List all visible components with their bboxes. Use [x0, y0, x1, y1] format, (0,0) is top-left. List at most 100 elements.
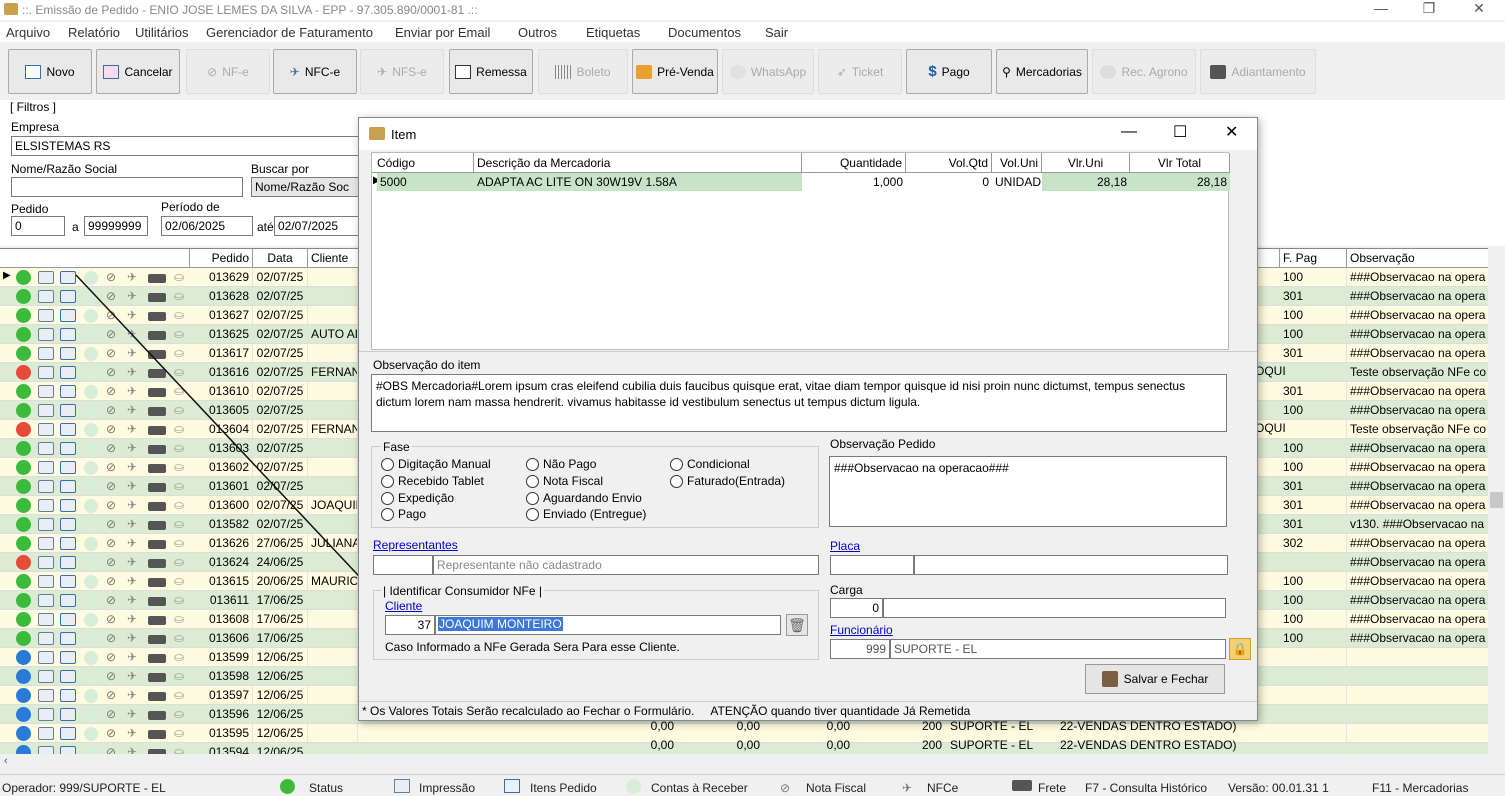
- carga-desc-input[interactable]: [883, 598, 1226, 618]
- menu-sair[interactable]: Sair: [765, 25, 788, 40]
- contas-icon[interactable]: [84, 518, 98, 532]
- truck-icon[interactable]: [148, 293, 166, 302]
- dialog-close-icon[interactable]: ✕: [1225, 122, 1238, 142]
- item-vlruni[interactable]: 28,18: [1042, 173, 1130, 191]
- menu-etiquetas[interactable]: Etiquetas: [586, 25, 640, 40]
- items-icon[interactable]: [60, 309, 76, 322]
- contas-icon[interactable]: [84, 271, 98, 285]
- empresa-select[interactable]: ELSISTEMAS RS: [11, 136, 361, 156]
- printer-icon[interactable]: [38, 727, 54, 740]
- items-icon[interactable]: [60, 271, 76, 284]
- items-icon[interactable]: [60, 632, 76, 645]
- export-icon[interactable]: ⛀: [171, 439, 187, 457]
- item-volqtd[interactable]: 0: [906, 173, 992, 191]
- export-icon[interactable]: ⛀: [171, 401, 187, 419]
- items-icon[interactable]: [60, 594, 76, 607]
- funcionario-name-input[interactable]: SUPORTE - EL: [890, 639, 1226, 659]
- nota-fiscal-icon[interactable]: ⊘: [103, 553, 121, 571]
- truck-icon[interactable]: [148, 369, 166, 378]
- header-observacao[interactable]: Observação: [1347, 249, 1490, 268]
- restore-icon[interactable]: ❐: [1414, 0, 1444, 17]
- grid-horizontal-scrollbar[interactable]: ‹: [0, 754, 1505, 771]
- dialog-maximize-icon[interactable]: ☐: [1173, 122, 1187, 142]
- col-volqtd[interactable]: Vol.Qtd: [906, 153, 992, 173]
- printer-icon[interactable]: [38, 670, 54, 683]
- nfce-icon[interactable]: ✈: [124, 591, 142, 609]
- truck-icon[interactable]: [148, 426, 166, 435]
- truck-icon[interactable]: [148, 540, 166, 549]
- export-icon[interactable]: ⛀: [171, 268, 187, 286]
- truck-icon[interactable]: [148, 692, 166, 701]
- items-icon[interactable]: [60, 689, 76, 702]
- nfce-icon[interactable]: ✈: [124, 325, 142, 343]
- pago-button[interactable]: $ Pago: [906, 49, 992, 94]
- cliente-code-input[interactable]: 37: [385, 615, 435, 635]
- menu-utilitarios[interactable]: Utilitários: [135, 25, 188, 40]
- contas-icon[interactable]: [84, 651, 98, 665]
- nfce-icon[interactable]: ✈: [124, 705, 142, 723]
- boleto-button[interactable]: Boleto: [538, 49, 628, 94]
- truck-icon[interactable]: [148, 635, 166, 644]
- printer-icon[interactable]: [38, 746, 54, 754]
- placa-desc-input[interactable]: [914, 555, 1228, 575]
- nota-fiscal-icon[interactable]: ⊘: [103, 743, 121, 754]
- header-pedido[interactable]: Pedido: [190, 249, 253, 268]
- nota-fiscal-icon[interactable]: ⊘: [103, 439, 121, 457]
- truck-icon[interactable]: [148, 559, 166, 568]
- export-icon[interactable]: ⛀: [171, 306, 187, 324]
- nota-fiscal-icon[interactable]: ⊘: [103, 287, 121, 305]
- truck-icon[interactable]: [148, 654, 166, 663]
- nota-fiscal-icon[interactable]: ⊘: [103, 325, 121, 343]
- truck-icon[interactable]: [148, 521, 166, 530]
- items-icon[interactable]: [60, 746, 76, 754]
- fase-recebido-radio[interactable]: Recebido Tablet: [381, 474, 484, 488]
- truck-icon[interactable]: [148, 578, 166, 587]
- nota-fiscal-icon[interactable]: ⊘: [103, 344, 121, 362]
- salvar-fechar-button[interactable]: Salvar e Fechar: [1085, 664, 1225, 694]
- export-icon[interactable]: ⛀: [171, 724, 187, 742]
- header-data[interactable]: Data: [253, 249, 308, 268]
- export-icon[interactable]: ⛀: [171, 287, 187, 305]
- pedido-from-input[interactable]: 0: [11, 216, 65, 236]
- contas-icon[interactable]: [84, 461, 98, 475]
- carga-code-input[interactable]: 0: [830, 598, 883, 618]
- printer-icon[interactable]: [38, 423, 54, 436]
- export-icon[interactable]: ⛀: [171, 648, 187, 666]
- truck-icon[interactable]: [148, 730, 166, 739]
- nota-fiscal-icon[interactable]: ⊘: [103, 591, 121, 609]
- items-icon[interactable]: [60, 461, 76, 474]
- nota-fiscal-icon[interactable]: ⊘: [103, 610, 121, 628]
- printer-icon[interactable]: [38, 309, 54, 322]
- nota-fiscal-icon[interactable]: ⊘: [103, 401, 121, 419]
- adiantamento-button[interactable]: Adiantamento: [1200, 49, 1316, 94]
- nfce-icon[interactable]: ✈: [124, 439, 142, 457]
- contas-icon[interactable]: [84, 309, 98, 323]
- export-icon[interactable]: ⛀: [171, 477, 187, 495]
- truck-icon[interactable]: [148, 445, 166, 454]
- nfce-icon[interactable]: ✈: [124, 363, 142, 381]
- nfce-icon[interactable]: ✈: [124, 534, 142, 552]
- contas-icon[interactable]: [84, 404, 98, 418]
- printer-icon[interactable]: [38, 537, 54, 550]
- items-icon[interactable]: [60, 670, 76, 683]
- export-icon[interactable]: ⛀: [171, 496, 187, 514]
- export-icon[interactable]: ⛀: [171, 325, 187, 343]
- items-icon[interactable]: [60, 347, 76, 360]
- export-icon[interactable]: ⛀: [171, 363, 187, 381]
- items-icon[interactable]: [60, 613, 76, 626]
- fase-aguardando-radio[interactable]: Aguardando Envio: [526, 491, 642, 505]
- nfce-icon[interactable]: ✈: [124, 458, 142, 476]
- col-voluni[interactable]: Vol.Uni: [992, 153, 1042, 173]
- nota-fiscal-icon[interactable]: ⊘: [103, 724, 121, 742]
- nota-fiscal-icon[interactable]: ⊘: [103, 515, 121, 533]
- export-icon[interactable]: ⛀: [171, 458, 187, 476]
- nfce-icon[interactable]: ✈: [124, 648, 142, 666]
- contas-icon[interactable]: [84, 347, 98, 361]
- col-vlrtotal[interactable]: Vlr Total: [1130, 153, 1230, 173]
- items-icon[interactable]: [60, 651, 76, 664]
- placa-code-input[interactable]: [830, 555, 914, 575]
- contas-icon[interactable]: [84, 632, 98, 646]
- nota-fiscal-icon[interactable]: ⊘: [103, 306, 121, 324]
- contas-icon[interactable]: [84, 366, 98, 380]
- nfce-icon[interactable]: ✈: [124, 572, 142, 590]
